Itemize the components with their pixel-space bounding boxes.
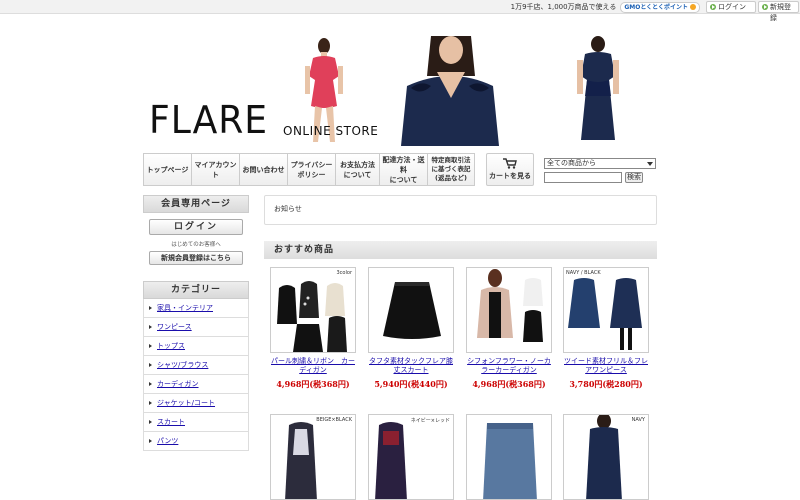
view-cart-button[interactable]: カートを見る xyxy=(486,153,534,186)
product-card[interactable]: NAVY xyxy=(562,414,650,500)
color-tag: NAVY / BLACK xyxy=(566,270,601,276)
recommended-header: おすすめ商品 xyxy=(264,241,657,259)
model-photo-navy-dress xyxy=(563,36,633,146)
color-tag: BEIGE×BLACK xyxy=(316,417,352,423)
product-image[interactable]: 3color xyxy=(270,267,356,353)
gmo-point-logo: GMOとくとくポイント xyxy=(620,1,700,13)
site-logo[interactable]: FLARE xyxy=(149,100,268,140)
product-name-link[interactable]: ツイード素材フリル＆フレアワンピース xyxy=(562,357,650,375)
color-tag: 3color xyxy=(336,270,353,276)
product-image[interactable]: BEIGE×BLACK xyxy=(270,414,356,500)
category-item-skirt[interactable]: スカート xyxy=(144,413,248,432)
product-card[interactable]: ネイビー×レッド xyxy=(367,414,455,500)
site-header: FLARE ONLINE STORE xyxy=(143,36,657,146)
nav-contact[interactable]: お問い合わせ xyxy=(239,153,288,186)
top-login-button[interactable]: ログイン xyxy=(706,1,756,13)
category-list: 家具・インテリア ワンピース トップス シャツ/ブラウス カーディガン ジャケッ… xyxy=(143,299,249,451)
product-card[interactable] xyxy=(465,414,553,500)
arrow-icon xyxy=(710,4,716,10)
point-promo: 1万9千店、1,000万商品で使える GMOとくとくポイント xyxy=(511,1,700,13)
product-price: 4,968円(税368円) xyxy=(472,379,546,389)
product-card[interactable]: 3color パール刺繍＆リボン カーディガン 4,968円(税368円) xyxy=(269,267,357,390)
member-page-header: 会員専用ページ xyxy=(143,195,249,213)
product-image[interactable]: ネイビー×レッド xyxy=(368,414,454,500)
nav-privacy-policy[interactable]: プライバシー ポリシー xyxy=(287,153,336,186)
product-card[interactable]: BEIGE×BLACK xyxy=(269,414,357,500)
category-item-shirts[interactable]: シャツ/ブラウス xyxy=(144,356,248,375)
color-tag: ネイビー×レッド xyxy=(410,418,450,424)
site-logo-subtitle: ONLINE STORE xyxy=(283,124,379,138)
top-register-button[interactable]: 新規登録 xyxy=(758,1,799,22)
product-price: 3,780円(税280円) xyxy=(569,379,643,389)
coin-icon xyxy=(690,3,696,10)
nav-delivery-shipping[interactable]: 配達方法・送料 について xyxy=(379,153,428,186)
product-image[interactable] xyxy=(368,267,454,353)
nav-commercial-law[interactable]: 特定商取引法 に基づく表記 (返品など) xyxy=(427,153,475,186)
product-image[interactable] xyxy=(466,267,552,353)
search-box: 全ての商品から 検索 xyxy=(544,158,656,183)
model-photo-navy-closeup xyxy=(401,36,499,146)
category-item-jacket[interactable]: ジャケット/コート xyxy=(144,394,248,413)
category-select[interactable]: 全ての商品から xyxy=(544,158,656,169)
product-name-link[interactable]: シフォンフラワー・ノーカラーカーディガン xyxy=(465,357,553,375)
product-name-link[interactable]: パール刺繍＆リボン カーディガン xyxy=(269,357,357,375)
promo-text: 1万9千店、1,000万商品で使える xyxy=(510,3,617,11)
category-item-tops[interactable]: トップス xyxy=(144,337,248,356)
category-item-onepiece[interactable]: ワンピース xyxy=(144,318,248,337)
product-card[interactable]: タフタ素材タックフレア膝丈スカート 5,940円(税440円) xyxy=(367,267,455,390)
news-label: お知らせ xyxy=(274,205,302,213)
product-card[interactable]: シフォンフラワー・ノーカラーカーディガン 4,968円(税368円) xyxy=(465,267,553,390)
product-image[interactable] xyxy=(466,414,552,500)
sidebar: 会員専用ページ ログイン はじめてのお客様へ 新規会員登録はこちら カテゴリー … xyxy=(143,195,249,451)
category-item-pants[interactable]: パンツ xyxy=(144,432,248,451)
nav-payment-methods[interactable]: お支払方法 について xyxy=(335,153,380,186)
product-price: 5,940円(税440円) xyxy=(374,379,448,389)
product-image[interactable]: NAVY / BLACK xyxy=(563,267,649,353)
product-card[interactable]: NAVY / BLACK ツイード素材フリル＆フレアワンピース 3,780円(税… xyxy=(562,267,650,390)
nav-top-page[interactable]: トップページ xyxy=(143,153,192,186)
search-input[interactable] xyxy=(544,172,622,183)
product-price: 4,968円(税368円) xyxy=(276,379,350,389)
category-header: カテゴリー xyxy=(143,281,249,299)
chevron-down-icon xyxy=(647,162,653,166)
global-nav: トップページ マイアカウント お問い合わせ プライバシー ポリシー お支払方法 … xyxy=(143,153,475,186)
news-box: お知らせ xyxy=(264,195,657,225)
new-member-register-button[interactable]: 新規会員登録はこちら xyxy=(149,251,243,265)
color-tag: NAVY xyxy=(631,417,645,423)
top-bar: 1万9千店、1,000万商品で使える GMOとくとくポイント ログイン 新規登録 xyxy=(0,0,800,22)
product-image[interactable]: NAVY xyxy=(563,414,649,500)
cart-icon xyxy=(503,158,517,169)
arrow-icon xyxy=(762,4,768,10)
category-item-cardigan[interactable]: カーディガン xyxy=(144,375,248,394)
sidebar-login-button[interactable]: ログイン xyxy=(149,219,243,235)
nav-my-account[interactable]: マイアカウント xyxy=(191,153,240,186)
product-name-link[interactable]: タフタ素材タックフレア膝丈スカート xyxy=(367,357,455,375)
search-button[interactable]: 検索 xyxy=(625,172,643,183)
first-time-text: はじめてのお客様へ xyxy=(171,242,221,248)
view-cart-label: カートを見る xyxy=(489,172,531,180)
category-item-furniture[interactable]: 家具・インテリア xyxy=(144,299,248,318)
